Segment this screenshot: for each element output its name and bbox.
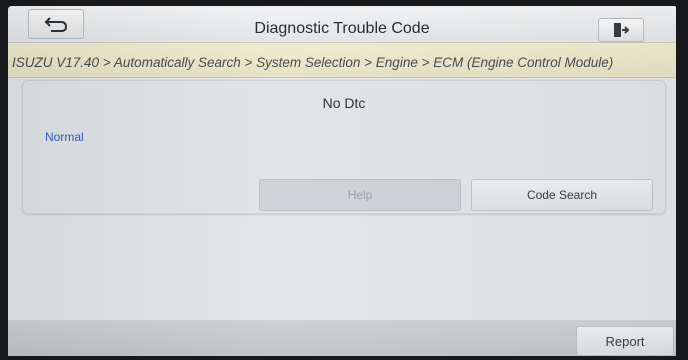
app-screen: Diagnostic Trouble Code ISUZU V17.40 > A… <box>8 6 676 356</box>
system-status-text: Normal <box>45 130 84 144</box>
bottom-bar: Report <box>8 320 676 356</box>
exit-button[interactable] <box>598 18 644 42</box>
exit-icon <box>614 23 630 37</box>
code-search-button[interactable]: Code Search <box>471 179 653 211</box>
help-button[interactable]: Help <box>259 179 461 211</box>
dtc-heading: No Dtc <box>322 95 366 111</box>
dtc-result-panel: No Dtc Normal Help Code Search <box>22 80 666 214</box>
page-title: Diagnostic Trouble Code <box>254 20 430 37</box>
report-button[interactable]: Report <box>576 326 674 356</box>
title-bar: Diagnostic Trouble Code <box>8 6 676 43</box>
breadcrumb: ISUZU V17.40 > Automatically Search > Sy… <box>12 55 614 70</box>
breadcrumb-bar: ISUZU V17.40 > Automatically Search > Sy… <box>8 43 676 78</box>
